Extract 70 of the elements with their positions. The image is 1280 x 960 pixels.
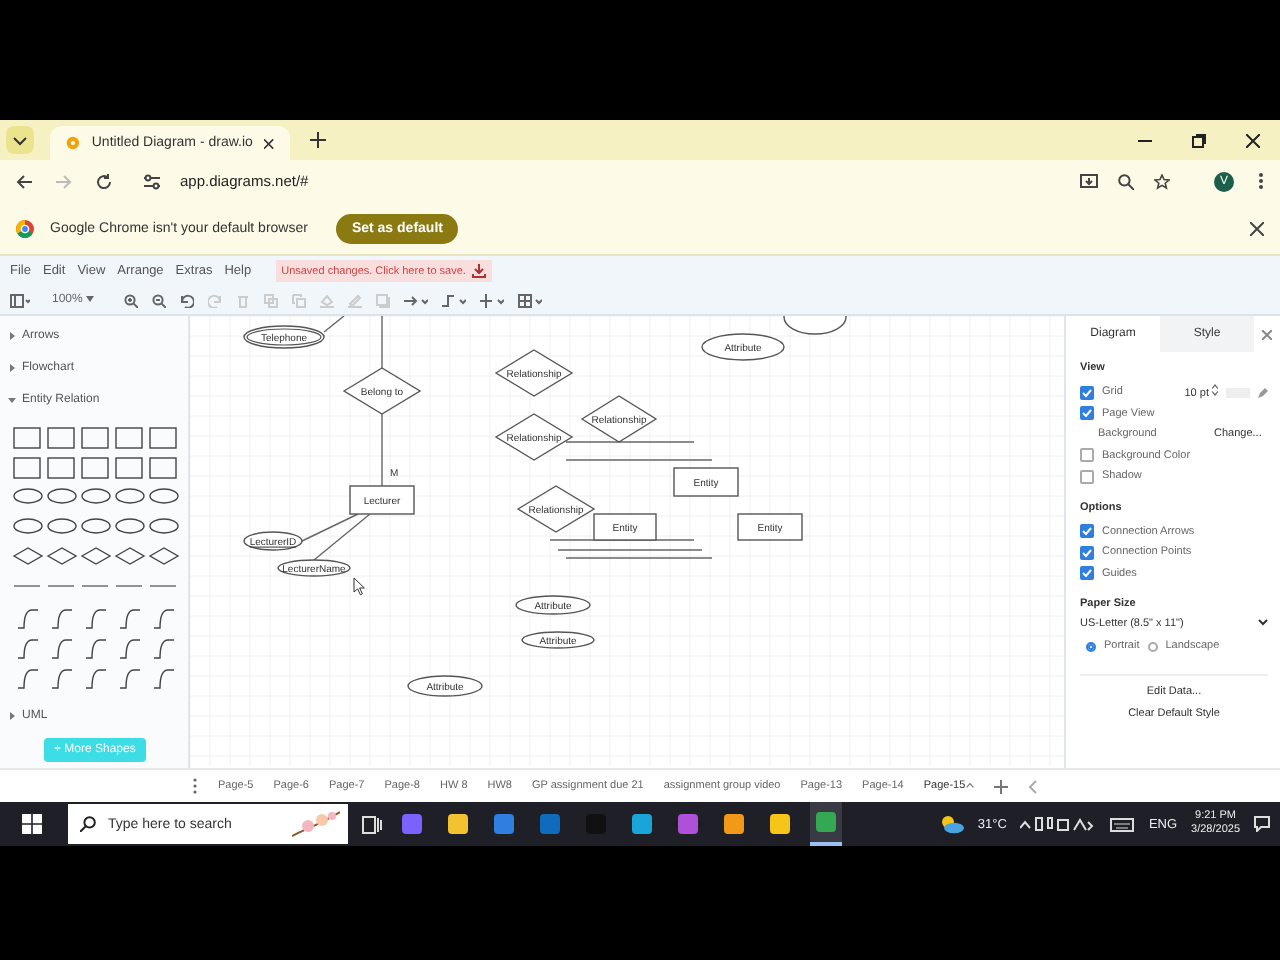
checkbox[interactable] — [1080, 524, 1094, 539]
connector-line[interactable] — [313, 513, 371, 561]
waypoint-icon[interactable] — [442, 293, 467, 307]
scroll-left-icon[interactable] — [1027, 779, 1038, 793]
app-icon[interactable] — [540, 814, 560, 834]
checkbox[interactable] — [1080, 545, 1094, 560]
app-logo-icon — [66, 134, 80, 152]
chevron-up-icon[interactable] — [965, 782, 974, 788]
app-icon[interactable] — [678, 814, 698, 834]
mouse-pointer-icon — [353, 577, 365, 596]
app-icon[interactable] — [770, 814, 790, 834]
blossom-branch-icon — [292, 808, 340, 840]
more-options-icon[interactable] — [1258, 172, 1264, 190]
checkbox[interactable] — [1080, 448, 1094, 463]
sidebar-toggle-icon[interactable] — [10, 293, 30, 307]
keyboard-icon[interactable] — [1110, 817, 1135, 831]
zoom-out-icon[interactable] — [152, 293, 167, 307]
search-icon — [80, 816, 96, 832]
caret-icon — [8, 332, 16, 340]
connector-line[interactable] — [323, 316, 345, 333]
checkbox[interactable] — [1080, 566, 1094, 581]
checkbox[interactable] — [1080, 385, 1094, 400]
pages-menu-icon[interactable] — [192, 778, 198, 794]
app-icon[interactable] — [448, 814, 468, 834]
zoom-icon[interactable] — [1118, 173, 1134, 189]
back-arrow-icon[interactable] — [16, 173, 32, 189]
app-icon[interactable] — [402, 814, 422, 834]
windows-logo-icon[interactable] — [22, 814, 42, 834]
app-icon[interactable] — [632, 814, 652, 834]
radio-button[interactable] — [1147, 641, 1158, 652]
close-icon[interactable] — [1246, 133, 1260, 147]
tab-search-button[interactable] — [6, 126, 34, 154]
add-page-icon[interactable] — [993, 779, 1008, 793]
table-icon[interactable] — [518, 293, 543, 307]
caret-icon — [8, 396, 16, 404]
radio-button[interactable] — [1086, 641, 1096, 652]
pencil-icon[interactable] — [1258, 387, 1268, 398]
app-icon[interactable] — [494, 814, 514, 834]
spinner-arrows-icon[interactable] — [1212, 384, 1218, 397]
line-color-icon[interactable] — [348, 293, 363, 307]
system-tray-icons-drawing[interactable] — [1020, 816, 1097, 832]
caret-icon — [86, 296, 95, 302]
checkbox[interactable] — [1080, 406, 1094, 421]
new-tab-icon[interactable] — [310, 132, 326, 148]
weather-icon — [939, 814, 964, 834]
plus-icon[interactable] — [480, 293, 505, 307]
download-icon — [471, 264, 486, 278]
star-icon[interactable] — [1154, 173, 1170, 189]
caret-icon — [8, 364, 16, 372]
fill-color-icon[interactable] — [320, 293, 335, 307]
caret-icon — [8, 712, 16, 720]
attribute-shape[interactable] — [783, 316, 847, 335]
browser-logo-icon — [16, 219, 34, 237]
install-app-icon[interactable] — [1080, 173, 1098, 189]
app-icon[interactable] — [724, 814, 744, 834]
restore-icon[interactable] — [1192, 133, 1206, 147]
notification-icon[interactable] — [1254, 816, 1270, 832]
app-icon[interactable] — [816, 812, 836, 832]
chevron-down-icon — [12, 132, 28, 148]
close-icon[interactable] — [264, 137, 274, 149]
chevron-down-icon — [1258, 618, 1268, 626]
checkbox[interactable] — [1080, 469, 1094, 484]
connection-arrow-icon[interactable] — [404, 293, 429, 307]
close-icon[interactable] — [1250, 221, 1264, 235]
task-view-icon[interactable] — [362, 815, 382, 833]
undo-icon[interactable] — [180, 293, 195, 307]
connector-line[interactable] — [299, 513, 359, 543]
site-settings-icon[interactable] — [144, 173, 160, 189]
zoom-in-icon[interactable] — [124, 293, 139, 307]
reload-icon[interactable] — [96, 173, 112, 189]
